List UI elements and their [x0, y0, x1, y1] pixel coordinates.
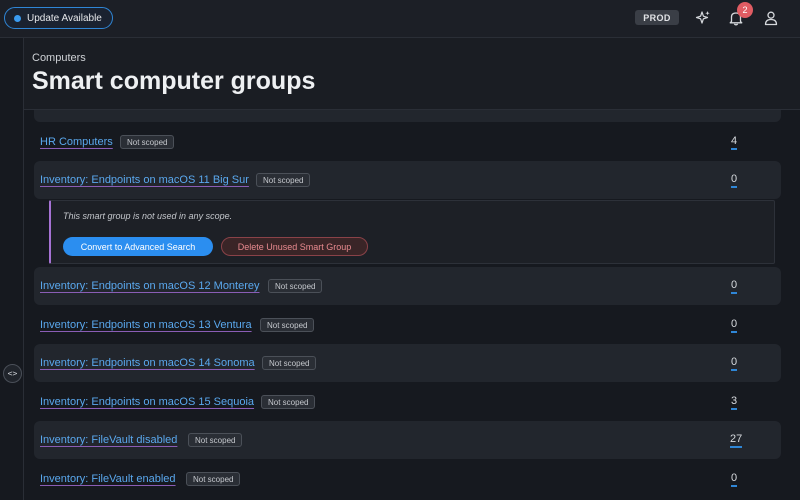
convert-to-advanced-search-button[interactable]: Convert to Advanced Search [63, 237, 213, 256]
update-label: Update Available [27, 12, 102, 24]
list-item: HR Computers Not scoped 4 [34, 123, 781, 161]
breadcrumb[interactable]: Computers [32, 52, 86, 64]
side-rail: <> [0, 38, 24, 500]
notification-count-badge: 2 [737, 2, 753, 18]
list-item: Inventory: Endpoints on macOS 12 Montere… [34, 267, 781, 305]
unused-message: This smart group is not used in any scop… [63, 211, 233, 221]
list-item: Inventory: FileVault enabled Not scoped … [34, 460, 781, 498]
top-bar: Update Available PROD 2 [0, 0, 800, 38]
member-count[interactable]: 0 [731, 318, 738, 333]
update-status-dot [14, 14, 21, 22]
group-link[interactable]: HR Computers [40, 136, 113, 148]
scope-badge: Not scoped [120, 135, 175, 149]
page-header: Computers Smart computer groups [24, 38, 800, 110]
scope-badge: Not scoped [268, 279, 323, 293]
scope-badge: Not scoped [188, 433, 243, 447]
list-item: Inventory: Endpoints on macOS 13 Ventura… [34, 306, 781, 344]
list-item: Inventory: FileVault disabled Not scoped… [34, 421, 781, 459]
member-count[interactable]: 0 [731, 279, 738, 294]
scope-badge: Not scoped [186, 472, 241, 486]
group-link[interactable]: Inventory: Endpoints on macOS 15 Sequoia [40, 396, 254, 408]
expand-sidebar-icon[interactable]: <> [3, 364, 22, 383]
scope-badge: Not scoped [260, 318, 315, 332]
member-count[interactable]: 3 [731, 395, 738, 410]
list-item: Inventory: Endpoints on macOS 15 Sequoia… [34, 383, 781, 421]
list-item: Inventory: Endpoints on macOS 11 Big Sur… [34, 161, 781, 199]
update-available-button[interactable]: Update Available [4, 7, 113, 29]
group-link[interactable]: Inventory: Endpoints on macOS 12 Montere… [40, 280, 260, 292]
member-count[interactable]: 0 [731, 173, 738, 188]
scope-badge: Not scoped [256, 173, 311, 187]
page-title: Smart computer groups [32, 67, 316, 95]
group-link[interactable]: Inventory: Endpoints on macOS 14 Sonoma [40, 357, 255, 369]
unused-group-panel: This smart group is not used in any scop… [49, 200, 775, 264]
member-count[interactable]: 27 [730, 433, 743, 448]
group-link[interactable]: Inventory: FileVault disabled [40, 434, 177, 446]
scope-badge: Not scoped [261, 395, 316, 409]
group-link[interactable]: Inventory: Endpoints on macOS 13 Ventura [40, 319, 252, 331]
list-item: Inventory: Endpoints on macOS 14 Sonoma … [34, 344, 781, 382]
group-link[interactable]: Inventory: FileVault enabled [40, 473, 176, 485]
member-count[interactable]: 4 [731, 135, 738, 150]
delete-unused-smart-group-button[interactable]: Delete Unused Smart Group [221, 237, 368, 256]
group-link[interactable]: Inventory: Endpoints on macOS 11 Big Sur [40, 174, 249, 186]
member-count[interactable]: 0 [731, 356, 738, 371]
member-count[interactable]: 0 [731, 472, 738, 487]
sparkle-icon[interactable] [694, 9, 712, 27]
user-icon[interactable] [762, 9, 780, 27]
scope-badge: Not scoped [262, 356, 317, 370]
environment-badge: PROD [635, 10, 679, 25]
